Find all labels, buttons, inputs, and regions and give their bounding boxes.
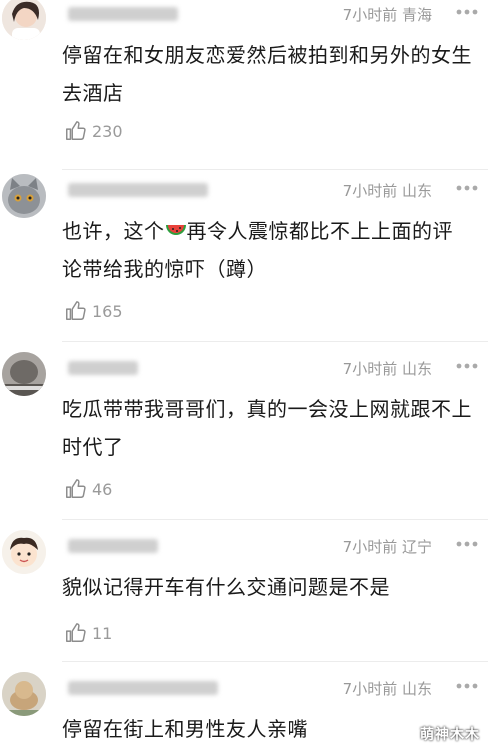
user-avatar[interactable] <box>2 672 46 716</box>
comment-text: 停留在街上和男性友人亲嘴 <box>62 717 308 741</box>
like-count: 11 <box>92 623 113 643</box>
divider <box>62 661 488 662</box>
comment-meta: 7小时前 山东 <box>343 358 432 379</box>
comment-location: 辽宁 <box>401 538 432 556</box>
user-avatar[interactable] <box>2 0 46 40</box>
comment-text: 貌似记得开车有什么交通问题是不是 <box>62 575 390 599</box>
divider <box>62 519 488 520</box>
thumbs-up-icon <box>66 301 86 320</box>
more-options-icon[interactable] <box>452 354 482 378</box>
username[interactable] <box>62 178 208 202</box>
comment-meta: 7小时前 青海 <box>343 4 432 25</box>
more-options-icon[interactable] <box>452 0 482 24</box>
more-options-icon[interactable] <box>452 532 482 556</box>
more-options-icon[interactable] <box>452 674 482 698</box>
comment-meta: 7小时前 辽宁 <box>343 536 432 557</box>
comment-location: 青海 <box>401 6 432 24</box>
comment-time: 7小时前 <box>342 6 398 24</box>
comment-time: 7小时前 <box>342 182 398 200</box>
user-avatar[interactable] <box>2 352 46 396</box>
like-button[interactable]: 165 <box>64 300 123 322</box>
divider <box>62 341 488 342</box>
like-count: 46 <box>92 479 113 499</box>
like-button[interactable]: 11 <box>64 622 112 644</box>
like-count: 165 <box>92 301 123 321</box>
username[interactable] <box>62 2 178 26</box>
divider <box>62 169 488 170</box>
thumbs-up-icon <box>66 121 86 140</box>
comment-location: 山东 <box>401 182 432 200</box>
comment-item: 7小时前 山东 吃瓜带带我哥哥们，真的一会没上网就跟不上时代了 46 <box>0 350 488 520</box>
like-count: 230 <box>92 121 123 141</box>
comment-item: 7小时前 山东 也许，这个 再令人震惊都比不上上面的评论带给我的惊吓（蹲） 165 <box>0 172 488 342</box>
thumbs-up-icon <box>66 479 86 498</box>
comment-time: 7小时前 <box>342 538 398 556</box>
thumbs-up-icon <box>66 623 86 642</box>
username[interactable] <box>62 356 138 380</box>
comment-location: 山东 <box>401 360 432 378</box>
comment-meta: 7小时前 山东 <box>343 180 432 201</box>
comment-item: 7小时前 青海 停留在和女朋友恋爱然后被拍到和另外的女生去酒店 230 <box>0 0 488 170</box>
like-button[interactable]: 230 <box>64 120 123 142</box>
watermark: 萌神木木 <box>420 727 480 743</box>
comment-text: 也许，这个 再令人震惊都比不上上面的评论带给我的惊吓（蹲） <box>62 219 453 281</box>
like-button[interactable]: 46 <box>64 478 112 500</box>
comment-meta: 7小时前 山东 <box>343 678 432 699</box>
comment-time: 7小时前 <box>342 360 398 378</box>
user-avatar[interactable] <box>2 530 46 574</box>
more-options-icon[interactable] <box>452 176 482 200</box>
comment-item: 7小时前 辽宁 貌似记得开车有什么交通问题是不是 11 <box>0 528 488 662</box>
comment-location: 山东 <box>401 680 432 698</box>
watermelon-emoji <box>165 225 186 235</box>
user-avatar[interactable] <box>2 174 46 218</box>
comment-item: 7小时前 山东 停留在街上和男性友人亲嘴 <box>0 670 488 750</box>
username[interactable] <box>62 534 158 558</box>
comment-text: 吃瓜带带我哥哥们，真的一会没上网就跟不上时代了 <box>62 397 472 459</box>
comment-list: 7小时前 青海 停留在和女朋友恋爱然后被拍到和另外的女生去酒店 230 7小时前… <box>0 0 488 750</box>
comment-text: 停留在和女朋友恋爱然后被拍到和另外的女生去酒店 <box>62 43 472 105</box>
username[interactable] <box>62 676 218 700</box>
comment-time: 7小时前 <box>342 680 398 698</box>
